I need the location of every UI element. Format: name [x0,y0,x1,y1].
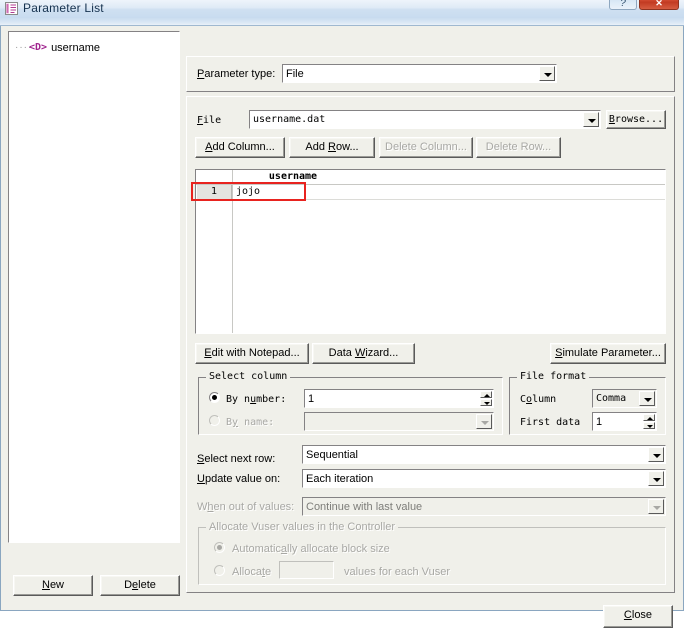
chevron-down-icon [648,499,664,514]
dialog-client-area: ····<D> username New Delete Parameter typ… [0,26,684,628]
parameter-type-label: Parameter type: [197,68,276,80]
delete-row-button: Delete Row... [476,137,561,158]
help-button-label: ? [620,0,626,9]
grid-row-divider [196,199,665,200]
allocate-vuser-group: Allocate Vuser values in the Controller … [198,521,666,585]
auto-allocate-radio [214,542,225,553]
by-number-spinner[interactable] [480,391,492,406]
select-column-group: Select column By number: 1 By name: [198,371,503,435]
delete-column-button: Delete Column... [379,137,473,158]
tree-item-username[interactable]: ····<D> username [15,41,100,55]
chevron-down-icon[interactable] [648,471,664,486]
browse-button[interactable]: Browse... [606,110,666,129]
new-button-accel: N [41,579,50,591]
chevron-down-icon[interactable] [639,391,655,406]
title-bar-glass [0,17,684,26]
table-row[interactable]: 1 jojo [196,185,665,199]
spinner-down-icon[interactable] [480,399,492,406]
delete-button[interactable]: Delete [100,575,180,596]
select-next-row-value: Sequential [306,449,358,461]
select-next-row-combo[interactable]: Sequential [302,445,666,464]
edit-with-notepad-button[interactable]: Edit with Notepad... [195,343,309,364]
tree-connector-icon: ···· [15,42,33,54]
help-button[interactable]: ? [609,0,637,10]
file-format-caption: File format [517,371,590,383]
by-name-combo [304,412,494,431]
parameter-type-section: Parameter type: File [186,56,675,92]
window-close-button[interactable]: ✕ [639,0,679,10]
title-bar: Parameter List ? ✕ [0,0,684,18]
grid-cell-username[interactable]: jojo [236,185,346,199]
by-number-input[interactable]: 1 [304,389,494,408]
parameter-list-icon [5,2,18,15]
select-column-caption: Select column [206,371,291,383]
parameter-type-value: File [286,68,304,80]
by-name-label: By name: [226,417,275,428]
allocate-count-input [279,561,334,579]
delete-button-label-post: lete [138,579,156,591]
first-data-input[interactable]: 1 [592,412,657,431]
when-out-of-values-combo: Continue with last value [302,497,666,516]
chevron-down-icon[interactable] [583,112,599,127]
first-data-spinner[interactable] [643,414,655,429]
simulate-parameter-button[interactable]: Simulate Parameter... [550,343,666,364]
parameter-glyph-icon: <D> [29,42,48,54]
spinner-up-icon[interactable] [643,414,655,421]
grid-cell-rownum: 1 [197,185,232,199]
grid-header-row: username [196,170,665,185]
window-close-label: ✕ [655,0,663,8]
by-number-value: 1 [308,393,315,405]
delete-button-label-pre: D [124,579,133,591]
grid-header-rownum [196,170,233,183]
parameter-list-window: Parameter List ? ✕ ····<D> username New D… [0,0,684,628]
when-out-of-values-label: When out of values: [197,501,295,513]
by-number-label: By number: [226,394,287,405]
file-value: username.dat [253,114,326,125]
tree-item-label: username [51,42,100,55]
file-parameter-section: File username.dat Browse... Add Column..… [186,96,675,593]
chevron-down-icon[interactable] [539,66,555,81]
parameter-type-combo[interactable]: File [282,64,557,83]
allocate-suffix-label: values for each Vuser [344,566,450,578]
chevron-down-icon[interactable] [648,447,664,462]
file-format-group: File format Column Comma First data 1 [509,371,666,435]
auto-allocate-label: Automatically allocate block size [232,543,390,555]
column-format-value: Comma [596,393,627,404]
parameter-data-grid[interactable]: username 1 jojo [195,169,666,334]
spinner-up-icon[interactable] [480,391,492,398]
by-name-radio[interactable] [209,415,220,426]
update-value-on-combo[interactable]: Each iteration [302,469,666,488]
allocate-caption: Allocate Vuser values in the Controller [206,521,399,533]
add-row-button[interactable]: Add Row... [289,137,375,158]
chevron-down-icon [476,414,492,429]
column-label: Column [520,394,557,405]
update-value-on-label: Update value on: [197,473,281,485]
grid-column-divider [232,184,233,333]
by-name-value [308,415,473,429]
column-format-combo[interactable]: Comma [592,389,657,408]
by-number-radio[interactable] [209,392,220,403]
when-out-of-values-value: Continue with last value [306,501,423,513]
parameter-tree[interactable]: ····<D> username [8,31,180,543]
select-next-row-label: Select next row: [197,453,276,465]
new-button[interactable]: New [13,575,93,596]
manual-allocate-label: Allocate [232,566,272,578]
close-button[interactable]: Close [603,605,673,628]
window-title: Parameter List [23,1,104,15]
file-label: File [197,115,222,126]
first-data-label: First data [520,417,581,428]
file-combo[interactable]: username.dat [249,110,601,129]
first-data-value: 1 [596,416,603,428]
manual-allocate-radio [214,565,225,576]
update-value-on-value: Each iteration [306,473,374,485]
grid-header-username: username [268,171,318,182]
new-button-label: ew [49,579,64,591]
data-wizard-button[interactable]: Data Wizard... [312,343,415,364]
spinner-down-icon[interactable] [643,422,655,429]
add-column-button[interactable]: Add Column... [195,137,285,158]
